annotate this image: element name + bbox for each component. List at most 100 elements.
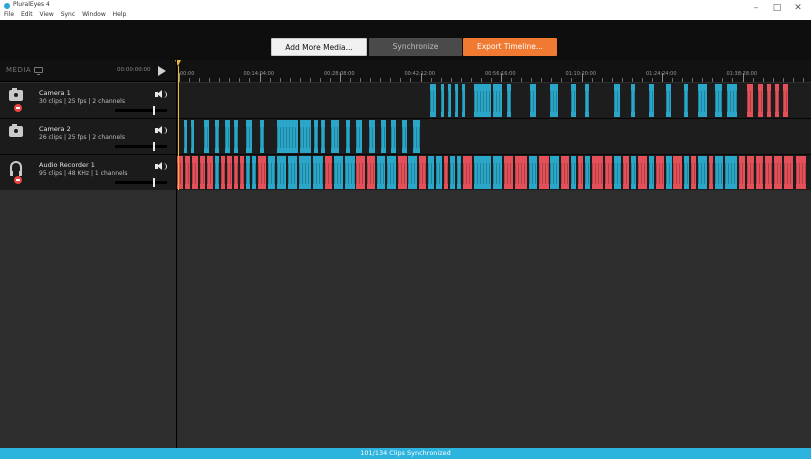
- media-clip[interactable]: [397, 156, 407, 189]
- media-clip[interactable]: [192, 156, 198, 189]
- media-clip[interactable]: [591, 156, 604, 189]
- media-clip[interactable]: [539, 156, 549, 189]
- media-clip[interactable]: [795, 156, 807, 189]
- media-clip[interactable]: [746, 84, 753, 117]
- media-clip[interactable]: [690, 156, 697, 189]
- media-clip[interactable]: [260, 120, 265, 153]
- media-clip[interactable]: [320, 120, 325, 153]
- media-clip[interactable]: [227, 156, 233, 189]
- media-clip[interactable]: [648, 156, 655, 189]
- media-clip[interactable]: [584, 84, 590, 117]
- media-clip[interactable]: [604, 156, 612, 189]
- media-clip[interactable]: [613, 156, 621, 189]
- media-clip[interactable]: [454, 84, 459, 117]
- speaker-icon[interactable]: [155, 162, 167, 170]
- media-clip[interactable]: [324, 156, 333, 189]
- track-header-camera-2[interactable]: Camera 2 26 clips | 25 fps | 2 channels: [0, 119, 176, 155]
- close-button[interactable]: ✕: [791, 2, 805, 14]
- media-clip[interactable]: [435, 156, 443, 189]
- media-clip[interactable]: [758, 84, 764, 117]
- media-clip[interactable]: [774, 84, 780, 117]
- media-clip[interactable]: [246, 120, 252, 153]
- menu-file[interactable]: File: [4, 11, 14, 18]
- media-clip[interactable]: [683, 156, 689, 189]
- timeline-track-camera-2[interactable]: [177, 119, 811, 155]
- media-clip[interactable]: [450, 156, 456, 189]
- volume-slider[interactable]: [115, 178, 167, 187]
- media-clip[interactable]: [381, 120, 387, 153]
- media-clip[interactable]: [739, 156, 746, 189]
- media-clip[interactable]: [783, 84, 789, 117]
- media-clip[interactable]: [418, 156, 427, 189]
- media-clip[interactable]: [550, 84, 559, 117]
- menu-sync[interactable]: Sync: [61, 11, 75, 18]
- media-clip[interactable]: [473, 84, 491, 117]
- media-clip[interactable]: [239, 156, 245, 189]
- media-clip[interactable]: [313, 120, 319, 153]
- volume-slider-thumb[interactable]: [152, 142, 155, 151]
- minimize-button[interactable]: –: [749, 2, 763, 14]
- media-clip[interactable]: [492, 156, 503, 189]
- media-clip[interactable]: [630, 156, 637, 189]
- export-timeline-button[interactable]: Export Timeline...: [463, 38, 557, 56]
- media-clip[interactable]: [492, 84, 503, 117]
- media-clip[interactable]: [773, 156, 783, 189]
- media-clip[interactable]: [185, 156, 191, 189]
- media-clip[interactable]: [234, 120, 238, 153]
- media-clip[interactable]: [234, 156, 238, 189]
- media-clip[interactable]: [630, 84, 636, 117]
- media-clip[interactable]: [334, 156, 344, 189]
- media-clip[interactable]: [277, 156, 287, 189]
- media-clip[interactable]: [331, 120, 340, 153]
- media-clip[interactable]: [251, 156, 257, 189]
- media-clip[interactable]: [784, 156, 794, 189]
- volume-slider[interactable]: [115, 142, 167, 151]
- media-clip[interactable]: [355, 120, 363, 153]
- media-clip[interactable]: [366, 156, 376, 189]
- media-clip[interactable]: [183, 120, 188, 153]
- timeline-ruler[interactable]: 00:00 00:14:04:00 00:28:08:00 00:42:12:00 00…: [177, 60, 811, 82]
- speaker-icon[interactable]: [155, 90, 167, 98]
- timeline-track-camera-1[interactable]: [177, 83, 811, 119]
- media-clip[interactable]: [765, 156, 773, 189]
- media-clip[interactable]: [514, 156, 527, 189]
- media-clip[interactable]: [313, 156, 323, 189]
- media-clip[interactable]: [715, 84, 723, 117]
- add-more-media-button[interactable]: Add More Media...: [271, 38, 367, 56]
- timeline-track-audio-recorder-1[interactable]: [177, 155, 811, 191]
- play-icon[interactable]: [158, 66, 166, 76]
- media-clip[interactable]: [408, 156, 417, 189]
- media-clip[interactable]: [356, 156, 365, 189]
- track-header-camera-1[interactable]: Camera 1 30 clips | 25 fps | 2 channels: [0, 83, 176, 119]
- media-clip[interactable]: [473, 156, 491, 189]
- media-clip[interactable]: [665, 156, 672, 189]
- panel-divider[interactable]: [176, 60, 177, 448]
- media-clip[interactable]: [225, 120, 231, 153]
- media-clip[interactable]: [299, 156, 312, 189]
- media-clip[interactable]: [258, 156, 266, 189]
- media-clip[interactable]: [683, 84, 689, 117]
- media-clip[interactable]: [570, 84, 576, 117]
- media-clip[interactable]: [570, 156, 577, 189]
- media-clip[interactable]: [200, 156, 206, 189]
- volume-slider[interactable]: [115, 106, 167, 115]
- media-clip[interactable]: [727, 84, 737, 117]
- media-clip[interactable]: [656, 156, 664, 189]
- media-clip[interactable]: [447, 84, 452, 117]
- media-clip[interactable]: [428, 156, 434, 189]
- media-clip[interactable]: [724, 156, 738, 189]
- media-clip[interactable]: [203, 120, 209, 153]
- media-clip[interactable]: [206, 156, 214, 189]
- synchronize-button[interactable]: Synchronize: [369, 38, 462, 56]
- media-clip[interactable]: [246, 156, 250, 189]
- media-clip[interactable]: [443, 156, 449, 189]
- media-clip[interactable]: [530, 84, 536, 117]
- media-clip[interactable]: [715, 156, 723, 189]
- media-clip[interactable]: [220, 156, 226, 189]
- media-clip[interactable]: [369, 120, 375, 153]
- maximize-button[interactable]: □: [770, 2, 784, 14]
- media-clip[interactable]: [402, 120, 408, 153]
- media-clip[interactable]: [215, 156, 219, 189]
- media-clip[interactable]: [613, 84, 621, 117]
- media-clip[interactable]: [584, 156, 590, 189]
